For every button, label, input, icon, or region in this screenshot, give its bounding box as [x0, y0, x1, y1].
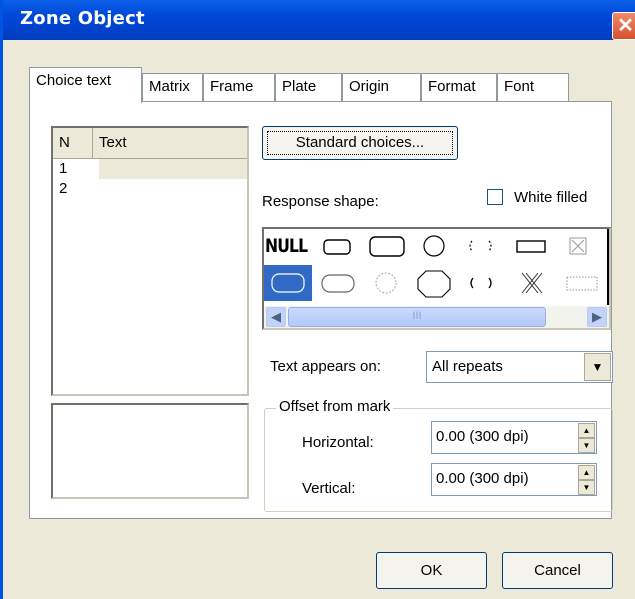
shape-dotted-rect[interactable] [557, 265, 605, 301]
row-text[interactable] [99, 179, 247, 199]
choice-text-editor[interactable] [51, 403, 249, 499]
brackets-icon [470, 277, 492, 289]
offset-from-mark-title: Offset from mark [276, 398, 394, 415]
horizontal-label: Horizontal: [302, 434, 374, 451]
row-number: 1 [59, 160, 68, 177]
vertical-offset-field[interactable]: 0.00 (300 dpi) ▲ ▼ [431, 463, 597, 496]
shape-circle[interactable] [412, 229, 460, 265]
dotted-rect-icon [566, 276, 598, 291]
tab-font[interactable]: Font [497, 73, 569, 101]
tab-plate[interactable]: Plate [275, 73, 342, 101]
scroll-thumb[interactable]: III [288, 307, 546, 327]
x-cross-icon [521, 272, 543, 294]
octagon-icon [417, 270, 451, 298]
chevron-down-icon[interactable]: ▼ [584, 353, 611, 381]
shape-octagon[interactable] [412, 265, 460, 301]
spin-up-icon[interactable]: ▲ [578, 423, 595, 438]
white-filled-label: White filled [514, 189, 588, 206]
focus-rect [267, 131, 453, 155]
rectangle-icon [516, 240, 546, 253]
shape-rounded-oval[interactable] [314, 265, 362, 301]
shape-selected-rounded-rect[interactable] [264, 265, 312, 301]
shape-cell-edge [607, 229, 609, 305]
ok-label: OK [420, 562, 443, 579]
title-bar[interactable]: Zone Object ✕ [3, 0, 635, 40]
text-appears-on-label: Text appears on: [270, 358, 381, 375]
scroll-grip-icon: III [412, 310, 422, 322]
vertical-label: Vertical: [302, 480, 356, 497]
text-appears-on-value: All repeats [432, 358, 503, 375]
tab-matrix[interactable]: Matrix [142, 73, 203, 101]
shape-rounded-rect-small[interactable] [314, 229, 362, 265]
cancel-button[interactable]: Cancel [502, 552, 613, 589]
list-row[interactable]: 1 [53, 159, 247, 179]
shape-dotted-brackets[interactable] [459, 229, 507, 265]
shape-dotted-circle[interactable] [364, 265, 412, 301]
row-number: 2 [59, 180, 68, 197]
rounded-rect-large-icon [369, 236, 405, 257]
spin-down-icon[interactable]: ▼ [578, 438, 595, 453]
dotted-circle-icon [375, 272, 397, 294]
close-button[interactable]: ✕ [612, 12, 635, 40]
white-filled-checkbox[interactable] [487, 189, 503, 205]
rounded-oval-icon [321, 274, 355, 293]
crossed-box-icon [569, 237, 587, 255]
tab-format[interactable]: Format [421, 73, 497, 101]
shape-null[interactable]: NULL [264, 229, 312, 265]
tab-choice-text[interactable]: Choice text [29, 67, 142, 103]
spin-up-icon[interactable]: ▲ [578, 465, 595, 480]
shape-brackets[interactable] [459, 265, 507, 301]
vertical-offset-value: 0.00 (300 dpi) [436, 470, 529, 487]
tab-frame[interactable]: Frame [203, 73, 275, 101]
rounded-rect-small-icon [323, 239, 351, 255]
scroll-right-arrow-icon[interactable]: ▶ [587, 307, 607, 327]
horizontal-offset-field[interactable]: 0.00 (300 dpi) ▲ ▼ [431, 421, 597, 454]
response-shape-picker[interactable]: NULL ◀ III ▶ [262, 227, 611, 330]
circle-icon [423, 235, 445, 257]
column-header-text[interactable]: Text [93, 128, 247, 158]
zone-object-dialog: Zone Object ✕ Choice text Matrix Frame P… [0, 0, 635, 599]
scroll-left-arrow-icon[interactable]: ◀ [266, 307, 286, 327]
null-text: NULL [265, 235, 308, 257]
shape-x-cross[interactable] [508, 265, 556, 301]
list-header: N Text [53, 128, 247, 159]
shape-rectangle[interactable] [508, 229, 556, 265]
response-shape-label: Response shape: [262, 193, 379, 210]
rounded-rect-selected-icon [271, 273, 305, 293]
list-row[interactable]: 2 [53, 179, 247, 199]
standard-choices-button[interactable]: Standard choices... [262, 126, 458, 160]
shape-rounded-rect-large[interactable] [364, 229, 412, 265]
choice-text-list[interactable]: N Text 1 2 [51, 126, 249, 396]
shape-crossed-box[interactable] [557, 229, 605, 265]
tab-origin[interactable]: Origin [342, 73, 421, 101]
row-text[interactable] [99, 159, 247, 179]
shape-scrollbar[interactable]: ◀ III ▶ [264, 306, 609, 328]
ok-button[interactable]: OK [376, 552, 487, 589]
horizontal-offset-value: 0.00 (300 dpi) [436, 428, 529, 445]
close-icon: ✕ [617, 15, 634, 37]
cancel-label: Cancel [534, 562, 581, 579]
window-title: Zone Object [20, 8, 145, 29]
dotted-brackets-icon [469, 240, 492, 252]
text-appears-on-select[interactable]: All repeats ▼ [426, 351, 613, 383]
column-header-n[interactable]: N [53, 128, 93, 158]
spin-down-icon[interactable]: ▼ [578, 480, 595, 495]
